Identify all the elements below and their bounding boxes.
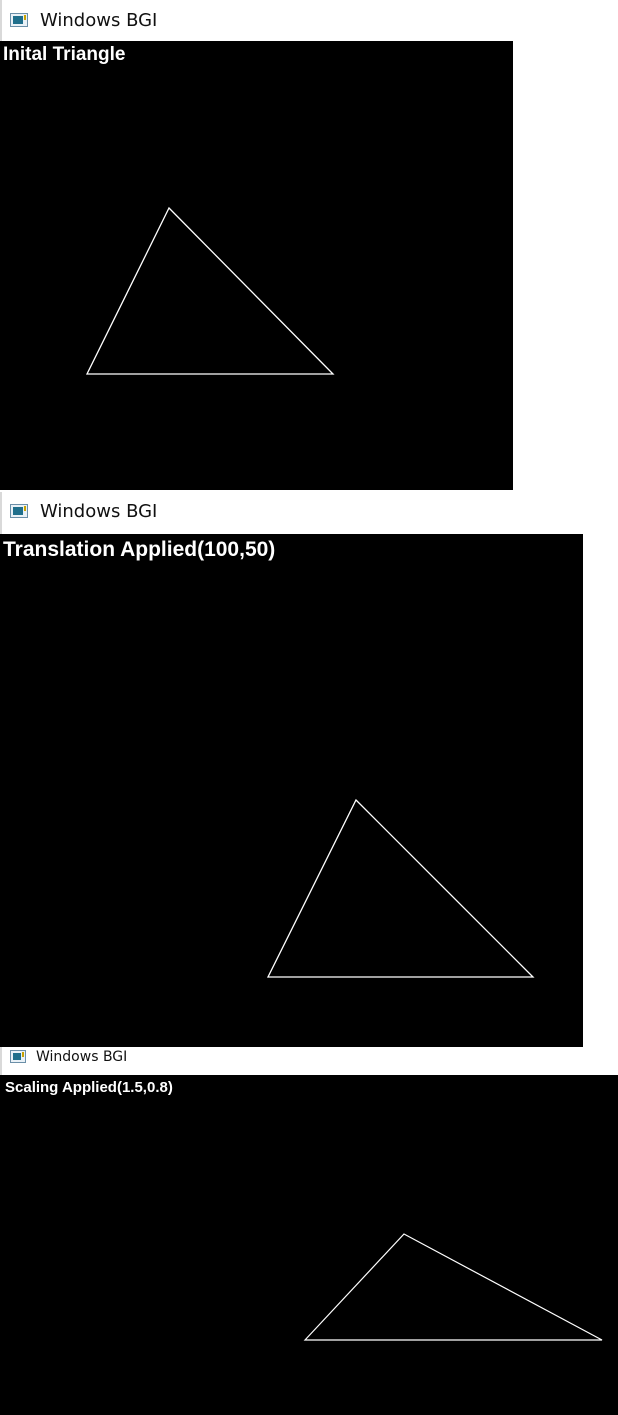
window-title: Windows BGI — [36, 1049, 128, 1065]
drawing-canvas: Scaling Applied(1.5,0.8) — [0, 1075, 618, 1415]
drawing-canvas: Translation Applied(100,50) — [0, 534, 583, 1047]
bgi-window-2: Windows BGI Translation Applied(100,50) — [0, 492, 583, 1047]
triangle-drawing — [303, 1233, 603, 1341]
title-bar[interactable]: Windows BGI — [0, 492, 583, 534]
title-bar[interactable]: Windows BGI — [0, 1047, 618, 1075]
bgi-window-3: Windows BGI Scaling Applied(1.5,0.8) — [0, 1047, 618, 1415]
triangle-drawing — [266, 798, 535, 978]
window-title: Windows BGI — [40, 10, 158, 31]
window-title: Windows BGI — [40, 501, 158, 522]
triangle — [85, 206, 335, 375]
triangle — [266, 798, 535, 978]
bgi-window-1: Windows BGI Inital Triangle — [0, 0, 513, 490]
triangle-drawing — [85, 206, 335, 375]
drawing-canvas: Inital Triangle — [0, 41, 513, 490]
title-bar[interactable]: Windows BGI — [0, 0, 513, 41]
bgi-window-icon — [10, 1050, 26, 1063]
bgi-window-icon — [10, 504, 28, 518]
bgi-window-icon — [10, 13, 28, 27]
triangle — [303, 1233, 603, 1341]
